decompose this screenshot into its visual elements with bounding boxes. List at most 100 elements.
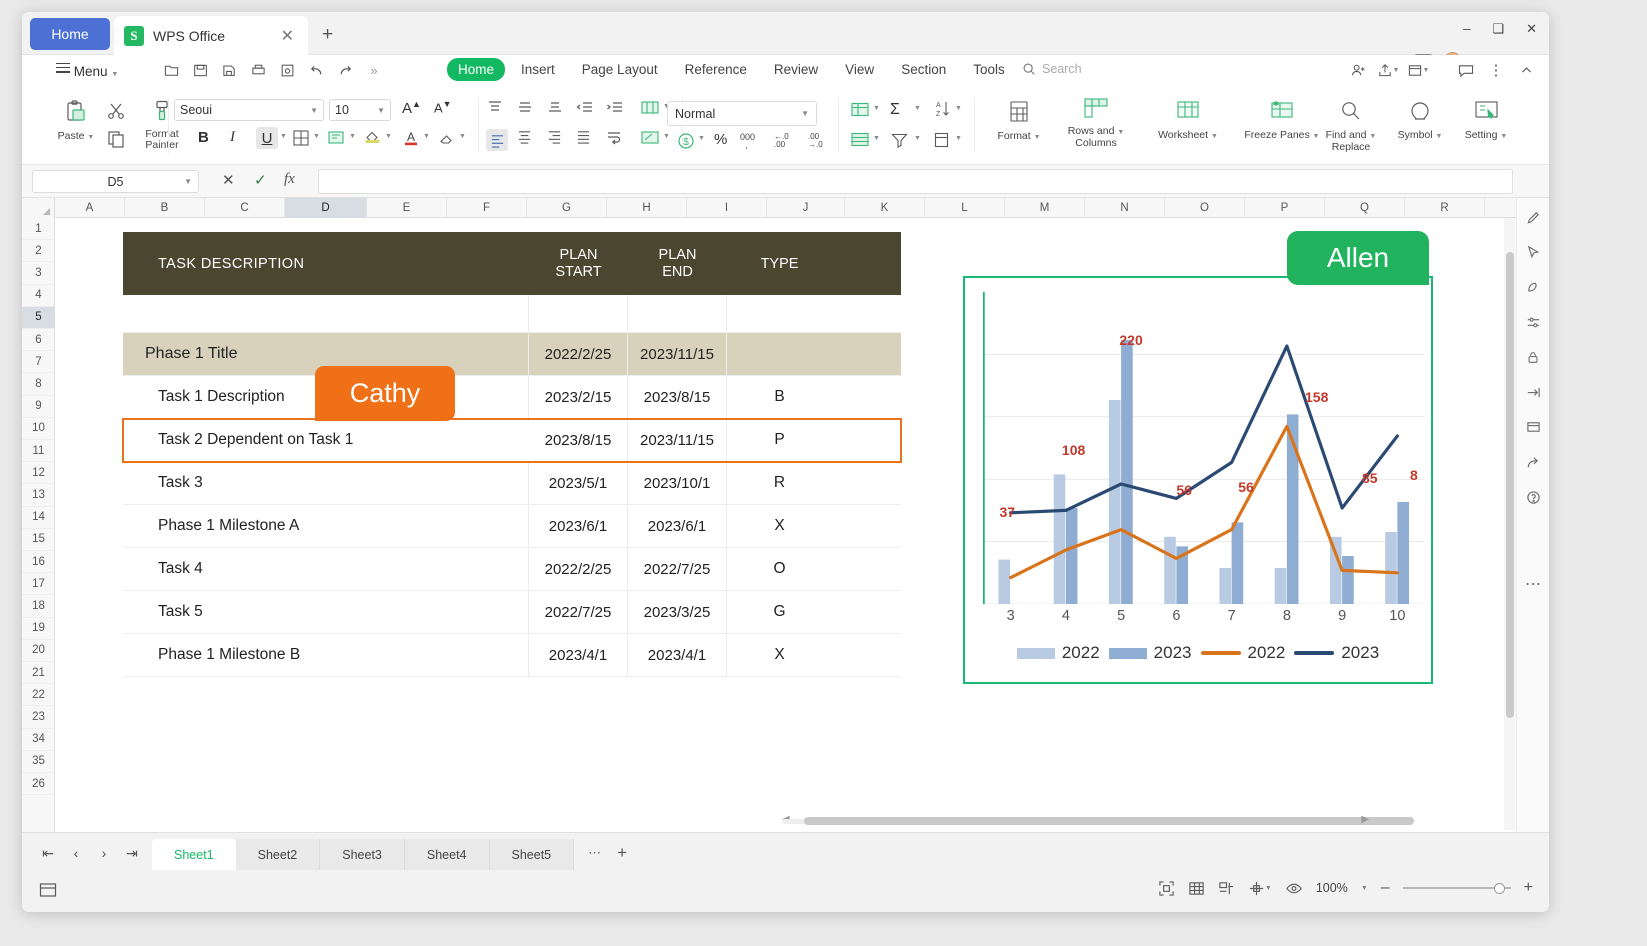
clear-formatting-dropdown[interactable]: ▼ — [459, 133, 466, 140]
row-header-9[interactable]: 9 — [22, 396, 55, 418]
borders-button[interactable] — [292, 129, 310, 147]
zoom-level[interactable]: 100% — [1316, 881, 1348, 895]
decrease-indent-button[interactable] — [575, 99, 594, 115]
cancel-edit-button[interactable]: ✕ — [222, 171, 235, 189]
collaborator-tag-cathy[interactable]: Cathy — [315, 366, 455, 421]
row-header-13[interactable]: 13 — [22, 484, 55, 506]
column-header-k[interactable]: K — [845, 198, 925, 218]
row-header-19[interactable]: 19 — [22, 618, 55, 640]
ribbon-tab-tools[interactable]: Tools — [962, 58, 1016, 81]
table-row[interactable]: Task 52022/7/252023/3/25G — [123, 591, 901, 634]
column-header-r[interactable]: R — [1405, 198, 1485, 218]
column-header-n[interactable]: N — [1085, 198, 1165, 218]
save-as-icon[interactable] — [217, 59, 241, 81]
align-right-button[interactable] — [546, 129, 563, 144]
horizontal-scrollbar-thumb[interactable] — [804, 817, 1414, 825]
accept-edit-button[interactable]: ✓ — [254, 171, 267, 189]
autosum-dropdown[interactable]: ▼ — [914, 105, 921, 112]
row-height-button[interactable] — [932, 131, 951, 149]
zoom-in-button[interactable]: + — [1524, 879, 1533, 897]
more-quick-access-icon[interactable]: » — [362, 59, 386, 81]
cell-style-dropdown[interactable]: ▼ — [349, 133, 356, 140]
column-header-f[interactable]: F — [447, 198, 527, 218]
next-sheet-button[interactable]: › — [90, 845, 118, 862]
export-arrow-icon[interactable] — [1522, 381, 1544, 403]
status-left-icon[interactable] — [38, 880, 58, 905]
accounting-dropdown[interactable]: ▼ — [698, 135, 705, 142]
row-header-21[interactable]: 21 — [22, 662, 55, 684]
underline-button[interactable]: U — [256, 127, 278, 149]
format-button[interactable]: Format ▼ — [982, 99, 1056, 143]
find-and-replace-button[interactable]: Find and ▼Replace — [1314, 99, 1388, 153]
row-header-3[interactable]: 3 — [22, 262, 55, 284]
table-row[interactable]: Phase 1 Milestone A2023/6/12023/6/1X — [123, 505, 901, 548]
column-header-e[interactable]: E — [367, 198, 447, 218]
page-break-view-icon[interactable] — [1218, 880, 1235, 897]
column-header-a[interactable]: A — [55, 198, 125, 218]
shapes-icon[interactable] — [1522, 276, 1544, 298]
open-icon[interactable] — [159, 59, 183, 81]
row-header-11[interactable]: 11 — [22, 440, 55, 462]
autosum-button[interactable]: Σ — [890, 101, 900, 119]
column-header-b[interactable]: B — [125, 198, 205, 218]
increase-indent-button[interactable] — [605, 99, 624, 115]
export-icon[interactable]: ▼ — [1405, 59, 1431, 81]
fill-color-button[interactable] — [363, 129, 382, 147]
row-header-18[interactable]: 18 — [22, 595, 55, 617]
share-arrow-icon[interactable] — [1522, 451, 1544, 473]
font-size-select[interactable]: 10 ▼ — [329, 99, 391, 121]
table-row[interactable]: Phase 1 Title2022/2/252023/11/15 — [123, 333, 901, 376]
row-header-7[interactable]: 7 — [22, 351, 55, 373]
column-header-o[interactable]: O — [1165, 198, 1245, 218]
clear-formatting-button[interactable] — [438, 129, 456, 147]
row-header-16[interactable]: 16 — [22, 551, 55, 573]
column-header-j[interactable]: J — [767, 198, 845, 218]
minimize-button[interactable]: – — [1463, 22, 1470, 36]
row-header-4[interactable]: 4 — [22, 285, 55, 307]
orientation-button[interactable] — [640, 129, 660, 146]
document-tab[interactable]: S WPS Office ✕ — [114, 16, 308, 55]
bold-button[interactable]: B — [198, 129, 209, 146]
save-icon[interactable] — [188, 59, 212, 81]
conditional-formatting-button[interactable] — [850, 101, 870, 119]
table-style-dropdown[interactable]: ▼ — [873, 135, 880, 142]
rows-and-columns-button[interactable]: Rows and ▼Columns — [1052, 96, 1140, 149]
table-row[interactable]: Task 1 Description2023/2/152023/8/15B — [123, 376, 901, 419]
column-header-c[interactable]: C — [205, 198, 285, 218]
first-sheet-button[interactable]: ⇤ — [34, 845, 62, 862]
ribbon-tab-section[interactable]: Section — [890, 58, 957, 81]
cursor-icon[interactable] — [1522, 241, 1544, 263]
decrease-decimal-button[interactable]: .00→.0 — [808, 133, 823, 149]
paste-button[interactable]: Paste ▼ — [50, 99, 102, 143]
align-top-button[interactable] — [486, 99, 504, 115]
accounting-format-button[interactable]: $ — [676, 131, 696, 151]
ribbon-tab-review[interactable]: Review — [763, 58, 829, 81]
undo-icon[interactable] — [304, 59, 328, 81]
last-sheet-button[interactable]: ⇥ — [118, 845, 146, 862]
row-header-20[interactable]: 20 — [22, 640, 55, 662]
search-box[interactable]: Search — [1022, 62, 1082, 76]
row-header-10[interactable]: 10 — [22, 418, 55, 440]
ribbon-tab-page-layout[interactable]: Page Layout — [571, 58, 669, 81]
column-header-p[interactable]: P — [1245, 198, 1325, 218]
ribbon-tab-view[interactable]: View — [834, 58, 885, 81]
combo-chart[interactable]: 371082205656158858 345678910 20222023202… — [963, 276, 1433, 684]
row-header-26[interactable]: 26 — [22, 773, 55, 795]
increase-decimal-button[interactable]: ←.0.00 — [774, 133, 789, 149]
zoom-out-button[interactable]: – — [1381, 879, 1390, 897]
row-header-12[interactable]: 12 — [22, 462, 55, 484]
fit-view-icon[interactable] — [1158, 880, 1175, 897]
column-header-m[interactable]: M — [1005, 198, 1085, 218]
row-height-dropdown[interactable]: ▼ — [955, 135, 962, 142]
zoom-slider[interactable] — [1403, 881, 1511, 895]
vertical-scrollbar[interactable] — [1504, 218, 1516, 830]
row-header-22[interactable]: 22 — [22, 684, 55, 706]
lock-icon[interactable] — [1522, 346, 1544, 368]
select-all-corner[interactable] — [22, 198, 55, 218]
sheet-tab-sheet4[interactable]: Sheet4 — [405, 839, 490, 870]
more-sheets-button[interactable]: ⋯ — [574, 845, 611, 870]
column-header-l[interactable]: L — [925, 198, 1005, 218]
sheet-canvas[interactable]: TASK DESCRIPTION PLAN START PLAN END TYP… — [55, 218, 1532, 832]
row-header-15[interactable]: 15 — [22, 529, 55, 551]
decrease-font-size-button[interactable]: A▼ — [434, 99, 452, 115]
